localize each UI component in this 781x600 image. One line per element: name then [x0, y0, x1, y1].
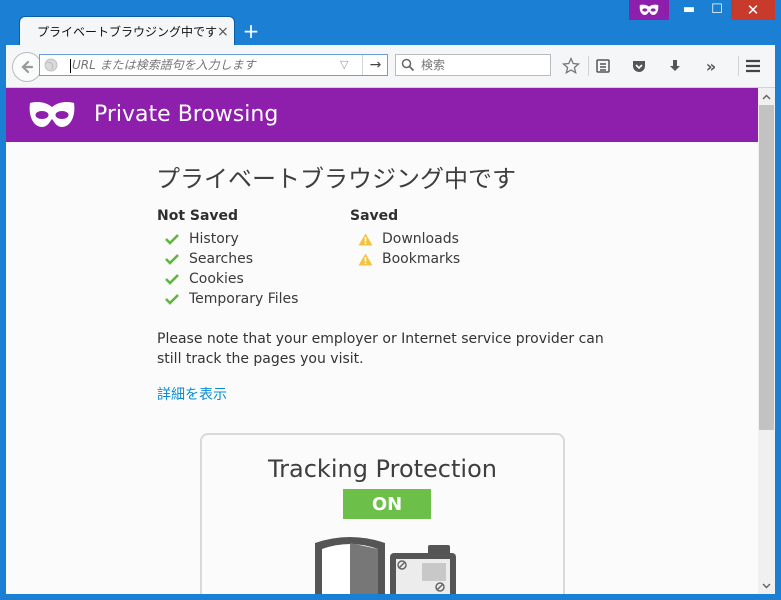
- url-history-dropdown-icon[interactable]: ▽: [340, 58, 348, 71]
- back-button[interactable]: [12, 52, 42, 82]
- scrollbar-thumb[interactable]: [759, 105, 774, 430]
- toolbar-separator: [738, 56, 739, 76]
- scroll-down-icon[interactable]: [758, 577, 775, 594]
- bookmark-star-icon[interactable]: [560, 55, 582, 77]
- page-content: Private Browsing プライベートブラウジング中です Not Sav…: [6, 88, 758, 594]
- pocket-icon[interactable]: [628, 55, 650, 77]
- list-item-label: History: [189, 231, 239, 247]
- url-bar[interactable]: ▽ →: [39, 54, 388, 76]
- tracking-note: Please note that your employer or Intern…: [157, 331, 604, 367]
- browser-window: プライベートブラウジング中です × + ▬ ☐ ✕ ▽ →: [0, 0, 781, 600]
- globe-icon: [44, 58, 58, 72]
- list-item: Bookmarks: [350, 249, 460, 269]
- list-item-label: Searches: [189, 251, 254, 267]
- search-bar[interactable]: [395, 54, 551, 76]
- tracking-protection-panel: Tracking Protection ON: [200, 433, 565, 594]
- not-saved-list: Not Saved History Searches Cookies Tempo…: [157, 208, 298, 309]
- warning-icon: [358, 253, 373, 265]
- hamburger-menu-icon[interactable]: [742, 55, 764, 77]
- list-item: Searches: [157, 249, 298, 269]
- navigation-toolbar: ▽ → »: [6, 45, 775, 88]
- downloads-icon[interactable]: [664, 55, 686, 77]
- list-item-label: Cookies: [189, 271, 244, 287]
- close-tab-icon[interactable]: ×: [217, 24, 229, 40]
- not-saved-heading: Not Saved: [157, 208, 239, 224]
- maximize-button[interactable]: ☐: [703, 0, 731, 20]
- list-item-label: Downloads: [382, 231, 459, 247]
- new-tab-button[interactable]: +: [240, 20, 262, 42]
- saved-heading: Saved: [350, 208, 399, 224]
- toolbar-separator: [588, 56, 589, 76]
- tab-private-browsing[interactable]: プライベートブラウジング中です ×: [19, 16, 235, 46]
- check-icon: [165, 254, 179, 265]
- minimize-button[interactable]: ▬: [675, 0, 703, 20]
- warning-icon: [358, 233, 373, 245]
- tracking-protection-toggle[interactable]: ON: [343, 489, 431, 519]
- go-button[interactable]: →: [362, 55, 388, 75]
- search-icon: [401, 58, 415, 72]
- text-caret: [70, 59, 71, 73]
- list-item: Cookies: [157, 269, 298, 289]
- close-window-button[interactable]: ✕: [731, 0, 775, 20]
- private-browsing-badge: [629, 0, 669, 20]
- page-title: プライベートブラウジング中です: [156, 165, 516, 193]
- list-item: Temporary Files: [157, 289, 298, 309]
- check-icon: [165, 274, 179, 285]
- check-icon: [165, 234, 179, 245]
- learn-more-link[interactable]: 詳細を表示: [157, 384, 227, 404]
- check-icon: [165, 294, 179, 305]
- list-item-label: Bookmarks: [382, 251, 461, 267]
- shield-illustration-icon: [315, 537, 456, 594]
- saved-list: Saved Downloads Bookmarks: [350, 208, 460, 269]
- header-title: Private Browsing: [94, 102, 279, 127]
- overflow-menu-icon[interactable]: »: [700, 55, 722, 77]
- vertical-scrollbar[interactable]: [758, 88, 775, 594]
- url-input[interactable]: [72, 57, 332, 73]
- list-item: History: [157, 229, 298, 249]
- private-browsing-header: Private Browsing: [6, 88, 758, 142]
- tracking-protection-title: Tracking Protection: [268, 455, 497, 483]
- scroll-up-icon[interactable]: [758, 88, 775, 105]
- mask-icon: [29, 102, 75, 127]
- mask-icon: [639, 4, 659, 15]
- reading-list-icon[interactable]: [592, 55, 614, 77]
- list-item-label: Temporary Files: [189, 291, 299, 307]
- list-item: Downloads: [350, 229, 460, 249]
- search-input[interactable]: [421, 57, 546, 73]
- back-arrow-icon: [21, 60, 34, 74]
- tab-title: プライベートブラウジング中です: [37, 25, 218, 39]
